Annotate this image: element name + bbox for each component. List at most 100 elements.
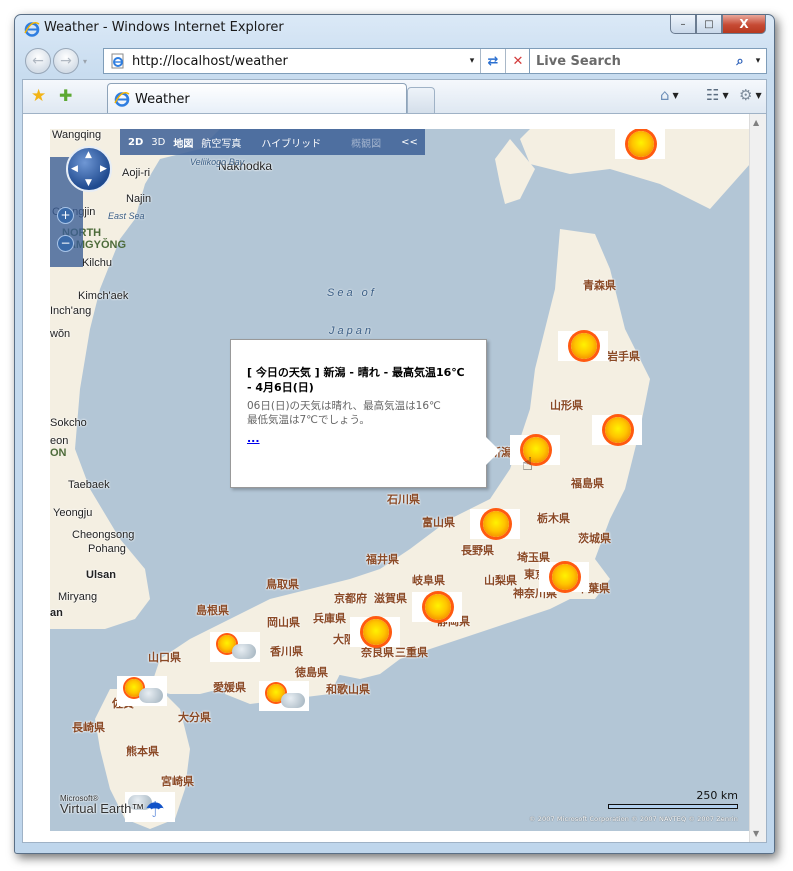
prefecture-label: 長野県: [461, 544, 494, 557]
weather-marker-hokkaido[interactable]: [615, 129, 665, 159]
pan-left-icon[interactable]: ◀: [71, 164, 78, 174]
prefecture-label: 岩手県: [607, 350, 640, 363]
home-icon: ⌂: [660, 86, 670, 104]
maximize-button[interactable]: □: [696, 15, 722, 34]
weather-marker-hiroshima[interactable]: [210, 632, 260, 662]
pan-up-icon[interactable]: ▲: [85, 150, 92, 160]
page-menu-button[interactable]: ☷ ▼: [706, 86, 729, 104]
place-label: Aoji-ri: [122, 167, 151, 179]
aerial-view-button[interactable]: 航空写真: [201, 135, 241, 150]
page-icon: [111, 53, 124, 69]
prefecture-label: 岐阜県: [412, 574, 445, 587]
back-button[interactable]: ←: [25, 48, 51, 74]
prefecture-label: 茨城県: [578, 532, 611, 545]
virtual-earth-map[interactable]: Wangqing Aoji-ri Najin Chongjin Kilchu K…: [50, 129, 750, 831]
vertical-scrollbar[interactable]: ▲ ▼: [749, 114, 766, 842]
weather-marker-fukuoka[interactable]: [117, 676, 167, 706]
weather-marker-tokyo[interactable]: [539, 562, 589, 592]
collapse-toolbar-button[interactable]: <<: [401, 137, 418, 148]
minimize-button[interactable]: –: [670, 15, 696, 34]
scroll-up-arrow[interactable]: ▲: [753, 118, 759, 127]
weather-marker-kochi[interactable]: [259, 681, 309, 711]
prefecture-label: 島根県: [196, 604, 229, 617]
search-icon[interactable]: ⌕: [730, 54, 750, 69]
sun-icon: [628, 131, 654, 157]
sea-of-japan-label: Sea of: [327, 287, 377, 299]
prefecture-label: 熊本県: [126, 745, 159, 758]
page-dropdown: ▼: [722, 90, 729, 100]
region-label: ON: [50, 447, 67, 459]
navigation-bar: ← → ▾ http://localhost/weather ▾ ⇄ ✕ Liv…: [15, 45, 774, 77]
stop-button[interactable]: ✕: [505, 49, 530, 73]
search-input[interactable]: Live Search: [536, 54, 730, 69]
tools-menu-button[interactable]: ⚙ ▼: [739, 86, 762, 104]
place-label: wŏn: [50, 328, 71, 340]
cloud-icon: [232, 644, 256, 659]
zoom-in-button[interactable]: +: [57, 207, 74, 224]
ie-logo-icon: [24, 21, 40, 37]
forward-button[interactable]: →: [53, 48, 79, 74]
prefecture-label: 兵庫県: [313, 612, 346, 625]
refresh-button[interactable]: ⇄: [480, 49, 505, 73]
prefecture-label: 大分県: [178, 711, 211, 724]
tab-weather[interactable]: Weather: [107, 83, 407, 114]
prefecture-label: 滋賀県: [374, 592, 407, 605]
pan-down-icon[interactable]: ▼: [85, 178, 92, 188]
weather-marker-miyagi[interactable]: [592, 415, 642, 445]
prefecture-label: 長崎県: [72, 721, 105, 734]
logo-virtual-earth: Virtual Earth™: [60, 801, 145, 816]
place-label: Taebaek: [68, 479, 110, 491]
place-label: eon: [50, 435, 69, 447]
place-label: Kimch'aek: [78, 290, 129, 302]
pan-right-icon[interactable]: ▶: [100, 164, 107, 174]
virtual-earth-logo[interactable]: Microsoft® Virtual Earth™: [60, 794, 144, 816]
address-bar[interactable]: http://localhost/weather ▾ ⇄ ✕: [103, 48, 531, 74]
page-content: Wangqing Aoji-ri Najin Chongjin Kilchu K…: [22, 113, 767, 843]
place-label: Yeongju: [53, 507, 93, 519]
place-label: Pohang: [88, 543, 126, 555]
prefecture-label: 宮崎県: [161, 775, 194, 788]
popup-body-line: 最低気温は7℃でしょう。: [247, 414, 370, 426]
view-3d-button[interactable]: 3D: [151, 137, 165, 148]
view-2d-button[interactable]: 2D: [128, 137, 143, 148]
map-copyright: © 2007 Microsoft Corporation © 2007 NAVT…: [528, 815, 738, 823]
pan-compass[interactable]: ▲ ▼ ◀ ▶: [66, 146, 112, 192]
weather-marker-aichi[interactable]: [412, 592, 462, 622]
favorites-center-icon[interactable]: ★: [31, 86, 46, 106]
zoom-out-button[interactable]: −: [57, 235, 74, 252]
place-label: an: [50, 607, 63, 619]
search-options-dropdown[interactable]: ▾: [750, 56, 766, 66]
road-view-button[interactable]: 地図: [173, 135, 193, 150]
address-dropdown[interactable]: ▾: [464, 56, 480, 66]
place-label: Cheongsong: [72, 529, 135, 541]
place-label: Kilchu: [82, 257, 112, 269]
address-input[interactable]: http://localhost/weather: [132, 54, 464, 69]
hand-cursor-icon: ☝: [522, 454, 533, 475]
hybrid-view-button[interactable]: ハイブリッド: [261, 135, 321, 150]
home-button[interactable]: ⌂ ▼: [660, 86, 679, 104]
birdseye-view-button[interactable]: 概観図: [351, 135, 381, 150]
place-label: Najin: [126, 193, 152, 205]
close-button[interactable]: X: [722, 15, 766, 34]
prefecture-label: 京都府: [334, 592, 367, 605]
popup-more-link[interactable]: ...: [247, 432, 260, 445]
weather-marker-akita[interactable]: [558, 331, 608, 361]
prefecture-label: 山形県: [550, 399, 583, 412]
weather-marker-osaka[interactable]: [350, 617, 400, 647]
browser-window: Weather - Windows Internet Explorer – □ …: [14, 14, 775, 854]
home-dropdown[interactable]: ▼: [673, 91, 679, 100]
recent-pages-dropdown[interactable]: ▾: [83, 57, 87, 66]
scroll-down-arrow[interactable]: ▼: [753, 829, 759, 838]
weather-marker-niigata[interactable]: [510, 435, 560, 465]
prefecture-label: 富山県: [422, 516, 455, 529]
scale-bar: [608, 804, 738, 809]
add-to-favorites-icon[interactable]: ✚: [59, 86, 72, 105]
tools-dropdown: ▼: [755, 90, 762, 100]
sun-icon: [483, 511, 509, 537]
search-box[interactable]: Live Search ⌕ ▾: [529, 48, 767, 74]
new-tab-button[interactable]: [407, 87, 435, 114]
place-label: Miryang: [58, 591, 98, 603]
window-title: Weather - Windows Internet Explorer: [44, 20, 284, 35]
sun-icon: [571, 333, 597, 359]
weather-marker-nagano[interactable]: [470, 509, 520, 539]
